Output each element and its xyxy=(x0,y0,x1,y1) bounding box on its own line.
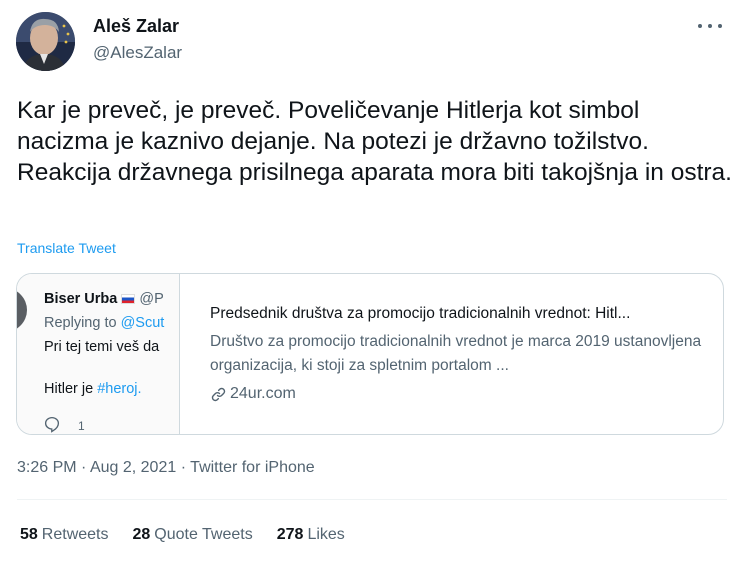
author-handle[interactable]: @AlesZalar xyxy=(93,43,182,63)
more-dots-icon[interactable] xyxy=(698,16,722,36)
translate-tweet-link[interactable]: Translate Tweet xyxy=(17,240,116,256)
tweet-date[interactable]: Aug 2, 2021 xyxy=(90,459,176,476)
link-card-domain: 24ur.com xyxy=(210,385,296,403)
author-avatar[interactable] xyxy=(16,12,75,71)
tweet-source[interactable]: Twitter for iPhone xyxy=(190,459,315,476)
link-card-body[interactable]: Predsednik društva za promocijo tradicio… xyxy=(197,274,717,434)
quoted-tweet-author: Biser Urba @P xyxy=(44,291,164,307)
link-card-description: Društvo za promocijo tradicionalnih vred… xyxy=(210,333,702,374)
tweet-timestamp: 3:26 PM · Aug 2, 2021 · Twitter for iPho… xyxy=(17,459,315,476)
quoted-tweet-thumbnail[interactable]: Biser Urba @P Replying to @Scut Pri tej t… xyxy=(17,274,180,434)
link-card-title: Predsednik društva za promocijo tradicio… xyxy=(210,305,631,322)
reply-icon xyxy=(44,416,60,433)
likes-stat[interactable]: 278 Likes xyxy=(277,526,345,544)
slovenia-flag-icon xyxy=(121,294,136,305)
quote-card[interactable]: Biser Urba @P Replying to @Scut Pri tej t… xyxy=(16,273,724,435)
retweets-stat[interactable]: 58 Retweets xyxy=(20,526,109,544)
author-name[interactable]: Aleš Zalar xyxy=(93,16,179,37)
divider xyxy=(17,499,727,500)
quoted-tweet-avatar xyxy=(17,288,27,332)
quoted-tweet-text-line2: Hitler je #heroj. xyxy=(44,381,142,397)
tweet-text: Kar je preveč, je preveč. Poveličevanje … xyxy=(17,97,732,186)
quote-tweets-stat[interactable]: 28 Quote Tweets xyxy=(133,526,253,544)
tweet-stats: 58 Retweets 28 Quote Tweets 278 Likes xyxy=(20,526,345,544)
quoted-tweet-replying: Replying to @Scut xyxy=(44,315,165,331)
link-icon xyxy=(211,387,226,401)
quoted-tweet-reply-count: 1 xyxy=(78,419,85,433)
tweet-time[interactable]: 3:26 PM xyxy=(17,459,77,476)
quoted-tweet-text-line1: Pri tej temi veš da xyxy=(44,339,160,355)
